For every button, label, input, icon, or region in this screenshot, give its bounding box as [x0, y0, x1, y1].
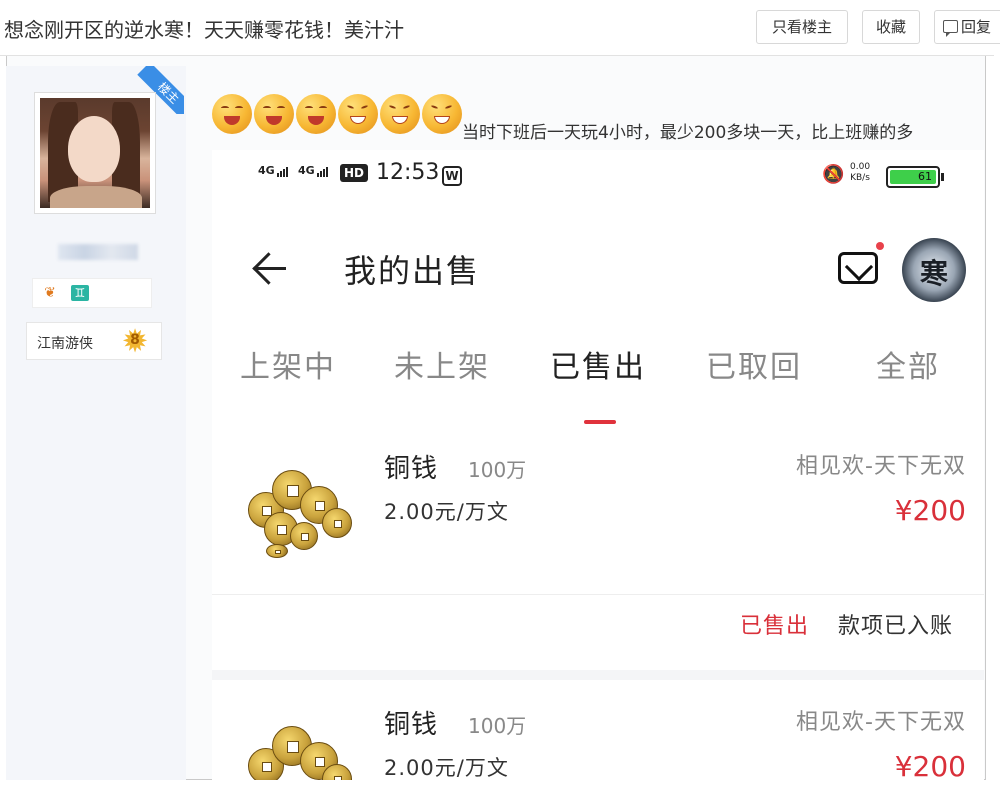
item-server: 相见欢-天下无双 — [796, 710, 966, 735]
rank-title: 江南游侠 — [37, 336, 93, 352]
mute-bell-icon: 🔕 — [822, 164, 845, 185]
tongue-emoji-icon — [212, 94, 252, 134]
grin-emoji-icon — [338, 94, 378, 134]
reply-icon — [943, 20, 958, 37]
item-server: 相见欢-天下无双 — [796, 454, 966, 479]
item-name: 铜钱 — [384, 454, 439, 484]
thread-header: 想念刚开区的逆水寒！天天赚零花钱！美汁汁 只看楼主 收藏 回复 — [0, 0, 1000, 56]
item-amount: ¥200 — [894, 494, 966, 527]
tongue-emoji-icon — [296, 94, 336, 134]
signal-4g-1: 4G — [258, 164, 289, 177]
page-title: 我的出售 — [344, 252, 481, 290]
profile-avatar[interactable]: 寒 — [902, 238, 966, 302]
item-amount: ¥200 — [894, 750, 966, 780]
grin-emoji-icon — [422, 94, 462, 134]
avatar-photo — [40, 98, 150, 208]
item-quantity: 100万 — [468, 458, 527, 482]
signal-bars-icon — [276, 164, 289, 177]
signal-bars-icon — [316, 164, 329, 177]
tab-unlisted[interactable]: 未上架 — [394, 342, 490, 386]
phone-screenshot: 4G 4G HD 12:53 W 🔕 0.00 KB/s 61 我的出售 寒 上架… — [212, 150, 984, 780]
order-card[interactable]: 铜钱 100万 相见欢-天下无双 2.00元/万文 ¥200 — [212, 680, 984, 780]
battery-icon: 61 — [886, 166, 944, 188]
avatar-body — [50, 186, 142, 208]
user-badges: ❦ ♊ — [32, 278, 152, 308]
only-op-button[interactable]: 只看楼主 — [756, 10, 848, 44]
item-unit-price: 2.00元/万文 — [384, 500, 509, 524]
favorite-button[interactable]: 收藏 — [862, 10, 920, 44]
app-nav-bar: 我的出售 寒 — [212, 230, 984, 310]
tab-sold[interactable]: 已售出 — [550, 342, 646, 386]
lungs-badge-icon: ❦ — [44, 285, 56, 301]
reply-label: 回复 — [961, 18, 992, 36]
rank-level: 8 — [130, 332, 140, 348]
tab-retrieved[interactable]: 已取回 — [706, 342, 802, 386]
reply-button[interactable]: 回复 — [934, 10, 1000, 44]
post-body-text: 当时下班后一天玩4小时，最少200多块一天，比上班赚的多 — [462, 123, 914, 143]
user-rank: 江南游侠 ✹ 8 — [26, 322, 162, 360]
order-card[interactable]: 铜钱 100万 相见欢-天下无双 2.00元/万文 ¥200 已售出 款项已入账 — [212, 434, 984, 670]
sale-status-tabs: 上架中 未上架 已售出 已取回 全部 — [212, 336, 984, 406]
sold-status-label: 已售出 — [740, 614, 810, 639]
hd-icon: HD — [340, 164, 368, 182]
item-name: 铜钱 — [384, 710, 439, 740]
blurred-username — [58, 244, 138, 260]
card-separator — [212, 670, 984, 680]
tab-all[interactable]: 全部 — [876, 342, 940, 386]
copper-coins-icon — [242, 462, 358, 558]
thread-title: 想念刚开区的逆水寒！天天赚零花钱！美汁汁 — [4, 18, 404, 42]
battery-level: 61 — [890, 170, 936, 184]
item-quantity: 100万 — [468, 714, 527, 738]
tab-listed[interactable]: 上架中 — [240, 342, 336, 386]
avatar-face — [68, 116, 120, 182]
unread-dot — [876, 242, 884, 250]
active-tab-indicator — [584, 420, 616, 424]
signal-4g-2: 4G — [298, 164, 329, 177]
item-unit-price: 2.00元/万文 — [384, 756, 509, 780]
copper-coins-icon — [242, 718, 358, 780]
phone-clock: 12:53 — [376, 160, 440, 185]
grin-emoji-icon — [380, 94, 420, 134]
gemini-badge-icon: ♊ — [71, 285, 89, 301]
tongue-emoji-icon — [254, 94, 294, 134]
phone-status-bar: 4G 4G HD 12:53 W 🔕 0.00 KB/s 61 — [212, 150, 984, 202]
user-avatar[interactable] — [34, 92, 156, 214]
app-notification-icon: W — [442, 166, 462, 186]
mail-icon[interactable] — [838, 252, 878, 284]
card-divider — [212, 594, 984, 595]
back-arrow-icon[interactable] — [250, 248, 290, 288]
network-speed: 0.00 KB/s — [850, 162, 871, 183]
settlement-status-label: 款项已入账 — [838, 614, 954, 639]
